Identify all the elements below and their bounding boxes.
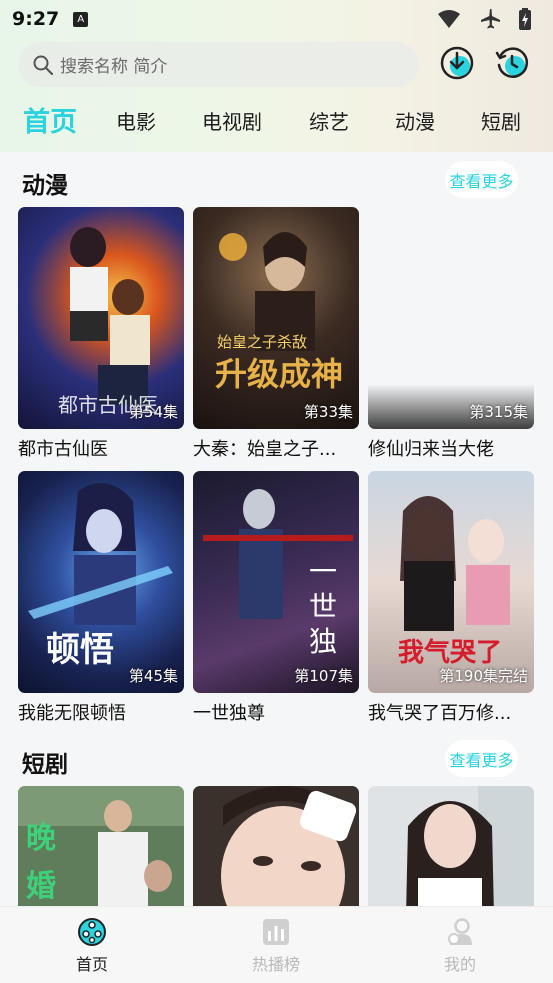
- notification-icon: A: [73, 11, 89, 27]
- svg-text:晚: 晚: [26, 821, 56, 856]
- video-card[interactable]: 我气哭了 第190集完结 我气哭了百万修...: [368, 471, 534, 725]
- poster-image: 第315集: [368, 207, 534, 429]
- poster-art: 顿悟: [28, 483, 173, 670]
- nav-label: 热播榜: [251, 955, 300, 974]
- episode-badge: 第107集: [294, 667, 353, 685]
- history-icon[interactable]: [494, 45, 530, 81]
- nav-trending[interactable]: 热播榜: [236, 917, 316, 975]
- episode-badge: 第45集: [128, 667, 178, 685]
- tab-anime[interactable]: 动漫: [395, 106, 435, 135]
- poster-image: 顿悟 第45集: [18, 471, 184, 693]
- video-title: 大秦：始皇之子...: [193, 439, 337, 460]
- tab-home[interactable]: 首页: [23, 100, 77, 139]
- tab-movies[interactable]: 电影: [116, 106, 156, 135]
- video-card[interactable]: 都市古仙医 第54集 都市古仙医: [18, 207, 184, 461]
- episode-badge: 第190集完结: [439, 667, 528, 685]
- search-placeholder: 搜索名称 简介: [60, 57, 168, 77]
- drama-card[interactable]: [368, 786, 534, 916]
- nav-home[interactable]: 首页: [52, 917, 132, 975]
- chart-icon: [263, 919, 289, 945]
- drama-card[interactable]: [193, 786, 359, 916]
- poster-image: 都市古仙医 第54集: [18, 207, 184, 429]
- category-tabs: 首页 电影 电视剧 综艺 动漫 短剧: [0, 96, 553, 142]
- video-title: 我气哭了百万修...: [368, 703, 512, 724]
- poster-image: 我气哭了 第190集完结: [368, 471, 534, 693]
- episode-badge: 第33集: [303, 403, 353, 421]
- svg-text:我气哭了: 我气哭了: [398, 637, 502, 668]
- section-title-anime: 动漫: [22, 173, 68, 199]
- film-reel-icon: [78, 918, 106, 946]
- tab-tv-series[interactable]: 电视剧: [202, 106, 262, 135]
- battery-icon: [519, 8, 531, 30]
- video-card[interactable]: 第315集 修仙归来当大佬: [368, 207, 534, 461]
- bottom-nav: 首页 热播榜 我的: [0, 906, 553, 983]
- svg-text:始皇之子杀敌: 始皇之子杀敌: [217, 333, 307, 351]
- status-bar: 9:27 A: [0, 0, 553, 38]
- poster-image: 始皇之子杀敌 升级成神 第33集: [193, 207, 359, 429]
- poster-art: 都市古仙医: [58, 227, 158, 417]
- profile-icon: [448, 918, 472, 945]
- airplane-icon: [481, 9, 500, 29]
- section-title-short-drama: 短剧: [22, 752, 68, 778]
- drama-card[interactable]: 晚 婚: [18, 786, 184, 916]
- svg-text:世: 世: [309, 590, 337, 623]
- download-icon[interactable]: [439, 45, 475, 81]
- poster-image: 一 世 独 第107集: [193, 471, 359, 693]
- svg-text:独: 独: [309, 625, 337, 658]
- svg-text:升级成神: 升级成神: [215, 355, 343, 393]
- tab-short-drama[interactable]: 短剧: [481, 106, 521, 135]
- video-title: 修仙归来当大佬: [368, 439, 494, 460]
- search-input[interactable]: 搜索名称 简介: [18, 42, 419, 87]
- video-card[interactable]: 一 世 独 第107集 一世独尊: [193, 471, 359, 725]
- poster-art: 一 世 独: [203, 489, 353, 658]
- svg-text:婚: 婚: [26, 869, 56, 904]
- poster-art: 我气哭了: [398, 496, 510, 668]
- video-title: 我能无限顿悟: [18, 703, 126, 724]
- poster-art: [368, 786, 534, 916]
- poster-art: 晚 婚: [18, 786, 184, 916]
- short-drama-more-button[interactable]: 查看更多: [445, 740, 518, 777]
- poster-art: [193, 786, 359, 916]
- video-card[interactable]: 顿悟 第45集 我能无限顿悟: [18, 471, 184, 725]
- episode-badge: 第315集: [469, 403, 528, 421]
- poster-art: 始皇之子杀敌 升级成神: [215, 232, 343, 393]
- wifi-icon: [438, 10, 460, 28]
- anime-more-button[interactable]: 查看更多: [445, 161, 518, 198]
- tab-variety[interactable]: 综艺: [309, 106, 349, 135]
- nav-label: 我的: [443, 955, 476, 974]
- video-title: 都市古仙医: [18, 439, 108, 460]
- status-time: 9:27: [12, 8, 60, 30]
- svg-text:一: 一: [309, 555, 337, 588]
- search-icon: [33, 55, 54, 75]
- nav-label: 首页: [75, 955, 108, 974]
- svg-text:顿悟: 顿悟: [46, 630, 114, 670]
- video-card[interactable]: 始皇之子杀敌 升级成神 第33集 大秦：始皇之子...: [193, 207, 359, 461]
- video-title: 一世独尊: [193, 703, 265, 724]
- episode-badge: 第54集: [128, 403, 178, 421]
- nav-profile[interactable]: 我的: [420, 917, 500, 975]
